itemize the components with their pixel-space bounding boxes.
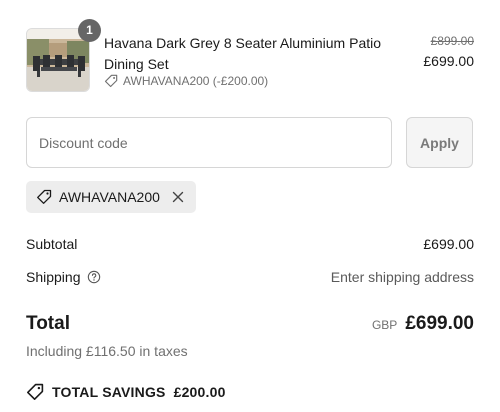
shipping-label-wrap: Shipping: [26, 269, 101, 285]
remove-discount-button[interactable]: [170, 189, 186, 205]
total-label: Total: [26, 313, 70, 334]
tag-icon: [104, 74, 118, 88]
savings-value: £200.00: [173, 384, 226, 400]
subtotal-value: £699.00: [423, 236, 474, 252]
taxes-note: Including £116.50 in taxes: [26, 343, 188, 359]
subtotal-label: Subtotal: [26, 236, 78, 252]
help-icon[interactable]: [87, 270, 101, 284]
total-row: Total GBP £699.00: [26, 313, 474, 335]
applied-discount-note: AWHAVANA200 (-£200.00): [104, 74, 268, 88]
tag-icon: [37, 189, 52, 204]
discount-note-text: AWHAVANA200 (-£200.00): [123, 74, 269, 88]
currency-code: GBP: [371, 318, 398, 332]
discounted-price: £699.00: [423, 53, 474, 69]
applied-discount-chip: AWHAVANA200: [26, 181, 196, 213]
apply-button[interactable]: Apply: [406, 117, 473, 168]
total-amount-wrap: GBP £699.00: [372, 313, 474, 335]
quantity-badge: 1: [78, 19, 101, 42]
shipping-value: Enter shipping address: [330, 269, 474, 285]
shipping-label: Shipping: [26, 269, 81, 285]
original-price: £899.00: [430, 34, 474, 48]
close-icon: [172, 191, 184, 203]
product-title: Havana Dark Grey 8 Seater Aluminium Pati…: [104, 35, 382, 72]
subtotal-row: Subtotal £699.00: [26, 236, 474, 252]
tag-icon: [27, 383, 44, 400]
discount-code-input[interactable]: [26, 117, 392, 168]
shipping-row: Shipping Enter shipping address: [26, 269, 474, 285]
total-amount: £699.00: [405, 313, 474, 334]
applied-code-text: AWHAVANA200: [59, 189, 160, 205]
line-item: 1 Havana Dark Grey 8 Seater Aluminium Pa…: [26, 19, 474, 92]
total-savings: TOTAL SAVINGS £200.00: [26, 383, 226, 401]
savings-label: TOTAL SAVINGS: [52, 384, 166, 400]
product-thumbnail-wrap: 1: [26, 19, 101, 92]
